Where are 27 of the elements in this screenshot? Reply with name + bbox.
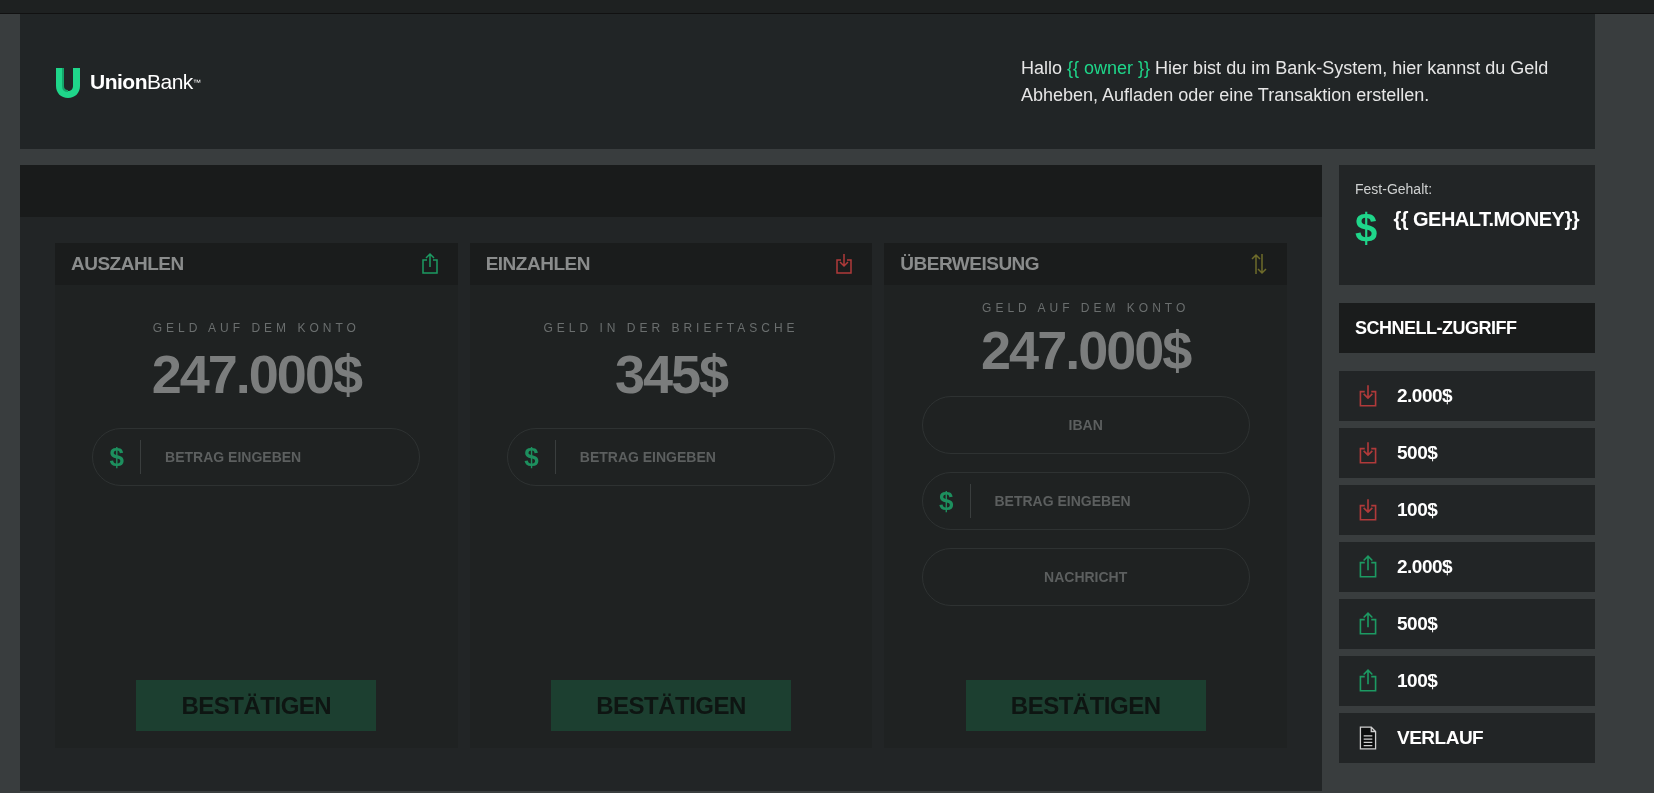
amount-input[interactable]: BETRAG EINGEBEN bbox=[163, 445, 420, 469]
balance-caption: GELD AUF DEM KONTO bbox=[152, 320, 360, 337]
greeting-text: Hallo {{ owner }} Hier bist du im Bank-System, hier kannst du Geld Abheben, Aufladen oder eine Transaktion erstellen. bbox=[1021, 56, 1550, 107]
salary-label: Fest-Gehalt: bbox=[1355, 180, 1434, 199]
card-title: EINZAHLEN bbox=[485, 251, 590, 276]
text-input[interactable]: IBAN bbox=[946, 413, 1225, 437]
salary-value: {{ GEHALT.MONEY}} bbox=[1393, 208, 1579, 231]
quick-action-item[interactable]: 500$ bbox=[1339, 428, 1595, 478]
card-title: AUSZAHLEN bbox=[71, 251, 184, 276]
quick-action-item[interactable]: VERLAUF bbox=[1339, 713, 1595, 763]
balance-caption: GELD IN DER BRIEFTASCHE bbox=[543, 320, 799, 337]
balance-caption: GELD AUF DEM KONTO bbox=[982, 300, 1190, 317]
balance-amount: 247.000$ bbox=[981, 321, 1191, 381]
logo-text: UnionBank$^{™}$ bbox=[90, 68, 201, 95]
balance-amount: 345$ bbox=[614, 345, 728, 405]
quick-action-item[interactable]: 100$ bbox=[1339, 656, 1595, 706]
balance-amount: 247.000$ bbox=[151, 345, 361, 405]
amount-input[interactable]: BETRAG EINGEBEN bbox=[577, 445, 834, 469]
quick-action-item[interactable]: 500$ bbox=[1339, 599, 1595, 649]
currency-sign: $ bbox=[1355, 208, 1378, 248]
quick-action-item[interactable]: 100$ bbox=[1339, 485, 1595, 535]
card-title: ÜBERWEISUNG bbox=[900, 251, 1040, 276]
text-input[interactable]: NACHRICHT bbox=[946, 565, 1225, 589]
amount-input[interactable]: BETRAG EINGEBEN bbox=[992, 489, 1249, 513]
quick-action-item[interactable]: 2.000$ bbox=[1339, 371, 1595, 421]
section-heading: SCHNELL-ZUGRIFF bbox=[1339, 303, 1595, 353]
quick-action-item[interactable]: 2.000$ bbox=[1339, 542, 1595, 592]
